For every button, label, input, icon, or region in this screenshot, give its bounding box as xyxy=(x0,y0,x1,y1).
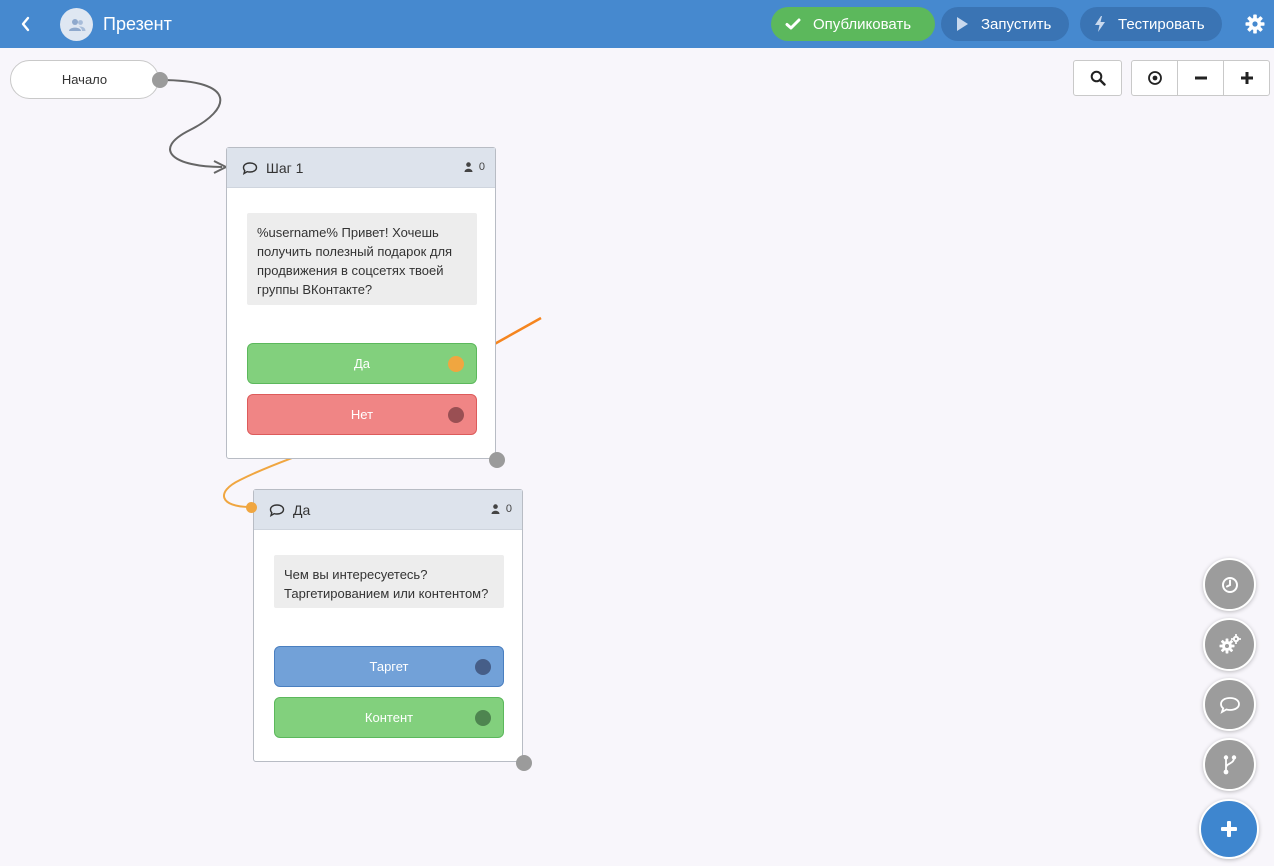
answer-output-dot[interactable] xyxy=(475,710,491,726)
answer-button-content[interactable]: Контент xyxy=(274,697,504,738)
speech-bubble-icon xyxy=(1219,696,1240,714)
gears-icon xyxy=(1219,633,1241,653)
answer-label: Да xyxy=(353,356,371,371)
answer-label: Таргет xyxy=(369,659,409,674)
check-icon xyxy=(785,18,801,30)
subscriber-count: 0 xyxy=(491,503,512,515)
user-icon xyxy=(464,162,473,172)
answer-button-target[interactable]: Таргет xyxy=(274,646,504,687)
avatar[interactable] xyxy=(60,8,93,41)
clock-icon xyxy=(1221,576,1238,593)
automation-button[interactable] xyxy=(1203,618,1256,671)
lightning-icon xyxy=(1095,16,1105,32)
start-node-label: Начало xyxy=(61,72,108,87)
branch-step-button[interactable] xyxy=(1203,738,1256,791)
test-label: Тестировать xyxy=(1118,15,1205,33)
publish-label: Опубликовать xyxy=(813,15,912,33)
message-text[interactable]: %username% Привет! Хочешь получить полез… xyxy=(247,213,477,305)
plus-icon xyxy=(1240,72,1253,84)
wire-arrowhead-step1 xyxy=(213,160,227,174)
back-button[interactable] xyxy=(14,12,38,36)
zoom-in-button[interactable] xyxy=(1224,61,1269,95)
wire-start-to-step1 xyxy=(159,79,223,168)
count-value: 0 xyxy=(505,503,512,515)
publish-button[interactable]: Опубликовать xyxy=(771,7,935,41)
gear-icon xyxy=(1245,14,1265,34)
search-button[interactable] xyxy=(1073,60,1122,96)
step-card[interactable]: Да 0 Чем вы интересуетесь? Таргетировани… xyxy=(253,489,523,762)
card-header[interactable]: Шаг 1 0 xyxy=(227,148,495,188)
history-button[interactable] xyxy=(1203,558,1256,611)
branch-icon xyxy=(1223,754,1236,774)
answer-label: Контент xyxy=(364,710,414,725)
message-text[interactable]: Чем вы интересуетесь? Таргетированием ил… xyxy=(274,555,504,608)
top-bar: Презент Опубликовать Запустить Тестирова… xyxy=(0,0,1274,48)
speech-bubble-icon xyxy=(242,161,258,175)
card-output-dot[interactable] xyxy=(489,452,505,468)
answer-button-no[interactable]: Нет xyxy=(247,394,477,435)
answer-button-yes[interactable]: Да xyxy=(247,343,477,384)
play-icon xyxy=(957,17,968,31)
plus-icon xyxy=(1221,821,1237,837)
settings-button[interactable] xyxy=(1243,12,1267,36)
connection-wires xyxy=(159,79,542,508)
answer-output-dot[interactable] xyxy=(448,407,464,423)
card-header[interactable]: Да 0 xyxy=(254,490,522,530)
search-icon xyxy=(1090,70,1106,86)
card-title: Шаг 1 xyxy=(266,159,304,176)
count-value: 0 xyxy=(478,161,485,173)
start-node-output[interactable] xyxy=(152,72,168,88)
user-icon xyxy=(491,504,500,514)
zoom-out-button[interactable] xyxy=(1178,61,1224,95)
card-input-dot[interactable] xyxy=(246,502,257,513)
minus-icon xyxy=(1194,76,1207,80)
card-title: Да xyxy=(293,501,311,518)
answer-output-dot[interactable] xyxy=(475,659,491,675)
answer-output-dot[interactable] xyxy=(448,356,464,372)
add-step-button[interactable] xyxy=(1199,799,1259,859)
message-step-button[interactable] xyxy=(1203,678,1256,731)
step-card[interactable]: Шаг 1 0 %username% Привет! Хочешь получи… xyxy=(226,147,496,459)
run-label: Запустить xyxy=(981,15,1052,33)
card-output-dot[interactable] xyxy=(516,755,532,771)
chevron-left-icon xyxy=(21,16,30,32)
people-icon xyxy=(68,18,85,31)
target-icon xyxy=(1147,71,1162,85)
center-view-button[interactable] xyxy=(1132,61,1178,95)
test-button[interactable]: Тестировать xyxy=(1080,7,1222,41)
speech-bubble-icon xyxy=(269,503,285,517)
page-title: Презент xyxy=(103,14,172,34)
zoom-controls xyxy=(1131,60,1270,96)
answer-label: Нет xyxy=(350,407,374,422)
start-node[interactable]: Начало xyxy=(10,60,159,99)
run-button[interactable]: Запустить xyxy=(941,7,1069,41)
subscriber-count: 0 xyxy=(464,161,485,173)
